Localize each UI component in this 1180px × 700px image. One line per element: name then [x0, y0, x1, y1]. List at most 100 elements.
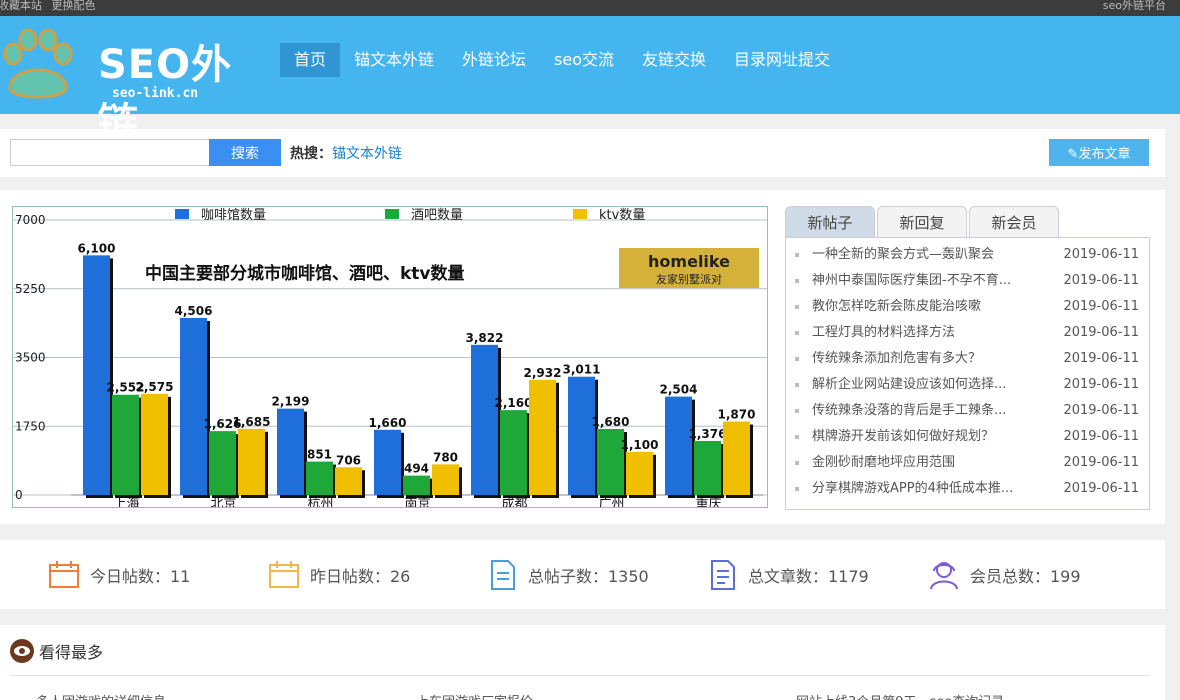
top-left-links: 收藏本站 更换配色	[0, 0, 102, 12]
chart-title: 中国主要部分城市咖啡馆、酒吧、ktv数量	[145, 263, 465, 284]
bar-value-label: 3,822	[466, 331, 504, 345]
most-viewed-item[interactable]: 多人团游戏的详细信息	[36, 691, 166, 700]
bullet-icon	[795, 305, 799, 309]
x-tick-label: 杭州	[307, 497, 333, 508]
watermark-sub-text: 友家别墅派对	[656, 272, 722, 286]
post-title[interactable]: 传统辣条添加剂危害有多大？	[812, 346, 1032, 372]
nav-home[interactable]: 首页	[280, 43, 341, 77]
post-tabs-panel: 新帖子 新回复 新会员 一种全新的聚会方式—轰趴聚会 2019-06-11 神州中泰…	[785, 206, 1150, 510]
bar-value-label: 2,160	[495, 396, 533, 410]
post-title[interactable]: 教你怎样吃新会陈皮能治咳嗽	[812, 294, 1032, 320]
bar-value-label: 780	[433, 450, 458, 464]
nav-forum[interactable]: 外链论坛	[448, 43, 540, 77]
paw-logo-icon	[3, 28, 73, 99]
change-color-link[interactable]: 更换配色	[52, 0, 96, 12]
legend-label: ktv数量	[599, 208, 645, 223]
post-title[interactable]: 神州中泰国际医疗集团-不孕不育...	[812, 268, 1032, 294]
site-logo[interactable]: SEO外链 seo-link.cn	[0, 26, 260, 146]
post-item[interactable]: 工程灯具的材料选择方法 2019-06-11	[786, 320, 1149, 346]
x-tick-label: 成都	[501, 497, 527, 508]
bar	[694, 440, 721, 495]
post-title[interactable]: 棋牌游开发前该如何做好规划？	[812, 424, 1032, 450]
most-viewed-item[interactable]: 上车团游戏厂家报价	[416, 691, 533, 700]
post-item[interactable]: 分享棋牌游戏APP的4种低成本推... 2019-06-11	[786, 476, 1149, 502]
tab-new-posts[interactable]: 新帖子	[785, 206, 875, 238]
bullet-icon	[795, 279, 799, 283]
search-input[interactable]	[10, 139, 210, 166]
post-date: 2019-06-11	[1063, 273, 1139, 288]
document-icon	[491, 560, 515, 590]
bar-value-label: 6,100	[78, 241, 116, 255]
post-date: 2019-06-11	[1063, 455, 1139, 470]
search-button[interactable]: 搜索	[209, 139, 281, 166]
x-tick-label: 南京	[404, 496, 430, 508]
bullet-icon	[795, 383, 799, 387]
publish-article-button[interactable]: ✎发布文章	[1049, 139, 1149, 166]
bar-value-label: 2,199	[272, 395, 310, 409]
most-viewed-item[interactable]: 网站上线3个月第9天，seo查询记录	[796, 691, 1004, 700]
site-header: SEO外链 seo-link.cn 首页 锚文本外链 外链论坛 seo交流 友链…	[0, 16, 1180, 146]
post-item[interactable]: 棋牌游开发前该如何做好规划？ 2019-06-11	[786, 424, 1149, 450]
bar-value-label: 1,685	[233, 415, 271, 429]
main-nav: 首页 锚文本外链 外链论坛 seo交流 友链交换 目录网址提交	[280, 43, 844, 77]
post-title[interactable]: 传统辣条没落的背后是手工辣条...	[812, 398, 1032, 424]
post-title[interactable]: 分享棋牌游戏APP的4种低成本推...	[812, 476, 1032, 502]
post-item[interactable]: 金刚砂耐磨地坪应用范围 2019-06-11	[786, 450, 1149, 476]
nav-directory-submit[interactable]: 目录网址提交	[720, 43, 844, 77]
x-tick-label: 北京	[210, 497, 236, 508]
search-bar-card: 搜索 热搜：锚文本外链 ✎发布文章	[0, 129, 1165, 177]
post-item[interactable]: 解析企业网站建设应该如何选择... 2019-06-11	[786, 372, 1149, 398]
top-utility-bar: 收藏本站 更换配色 seo外链平台	[0, 0, 1180, 16]
legend-swatch	[385, 209, 399, 219]
post-title[interactable]: 工程灯具的材料选择方法	[812, 320, 1032, 346]
divider	[10, 675, 1150, 676]
post-item[interactable]: 教你怎样吃新会陈皮能治咳嗽 2019-06-11	[786, 294, 1149, 320]
post-item[interactable]: 传统辣条添加剂危害有多大？ 2019-06-11	[786, 346, 1149, 372]
bar	[374, 429, 401, 495]
platform-link[interactable]: seo外链平台	[1103, 0, 1166, 12]
bar-value-label: 1,100	[621, 438, 659, 452]
bar-value-label: 706	[336, 453, 361, 467]
post-tabs: 新帖子 新回复 新会员	[785, 206, 1061, 238]
post-date: 2019-06-11	[1063, 351, 1139, 366]
tab-new-replies[interactable]: 新回复	[877, 206, 967, 238]
bar	[529, 379, 556, 495]
bar	[209, 431, 236, 495]
publish-label: 发布文章	[1078, 147, 1131, 162]
stat-yesterday-posts: 昨日帖数：26	[268, 558, 410, 592]
bar	[568, 376, 595, 495]
most-viewed-card: 看得最多 多人团游戏的详细信息 上车团游戏厂家报价 网站上线3个月第9天，seo…	[0, 625, 1165, 700]
eye-icon	[10, 639, 34, 663]
y-tick-label: 5250	[15, 282, 46, 296]
hot-search-link[interactable]: 锚文本外链	[332, 146, 402, 162]
post-item[interactable]: 传统辣条没落的背后是手工辣条... 2019-06-11	[786, 398, 1149, 424]
nav-anchor-links[interactable]: 锚文本外链	[340, 43, 448, 77]
members-icon	[930, 562, 958, 590]
bar	[238, 428, 265, 495]
bookmark-link[interactable]: 收藏本站	[0, 0, 42, 12]
bar	[723, 421, 750, 495]
bar	[141, 393, 168, 495]
edit-icon: ✎	[1067, 147, 1079, 162]
nav-seo-exchange[interactable]: seo交流	[540, 43, 628, 77]
post-item[interactable]: 一种全新的聚会方式—轰趴聚会 2019-06-11	[786, 242, 1149, 268]
post-title[interactable]: 金刚砂耐磨地坪应用范围	[812, 450, 1032, 476]
post-title[interactable]: 解析企业网站建设应该如何选择...	[812, 372, 1032, 398]
y-tick-label: 7000	[15, 213, 46, 227]
most-viewed-header: 看得最多	[10, 639, 103, 663]
nav-link-exchange[interactable]: 友链交换	[628, 43, 720, 77]
post-title[interactable]: 一种全新的聚会方式—轰趴聚会	[812, 242, 1032, 268]
city-venue-chart-image: 0 1750 3500 5250 7000 咖啡馆数量 酒吧数量 ktv数量 中国主要部分城市咖…	[12, 206, 768, 508]
legend-label: 咖啡馆数量	[201, 208, 266, 223]
post-item[interactable]: 神州中泰国际医疗集团-不孕不育... 2019-06-11	[786, 268, 1149, 294]
post-list: 一种全新的聚会方式—轰趴聚会 2019-06-11 神州中泰国际医疗集团-不孕不育.…	[785, 237, 1150, 510]
stats-card: 今日帖数：11 昨日帖数：26 总帖子数：1350 总文章数：1179 会员总数…	[0, 540, 1165, 609]
bar	[432, 464, 459, 495]
bar-value-label: 1,870	[718, 408, 756, 422]
stat-total-members-label: 会员总数：199	[970, 567, 1081, 586]
bar-value-label: 4,506	[175, 304, 213, 318]
bar-value-label: 1,680	[592, 415, 630, 429]
bar-value-label: 1,376	[689, 427, 727, 441]
tab-new-members[interactable]: 新会员	[969, 206, 1059, 238]
bar	[665, 396, 692, 495]
